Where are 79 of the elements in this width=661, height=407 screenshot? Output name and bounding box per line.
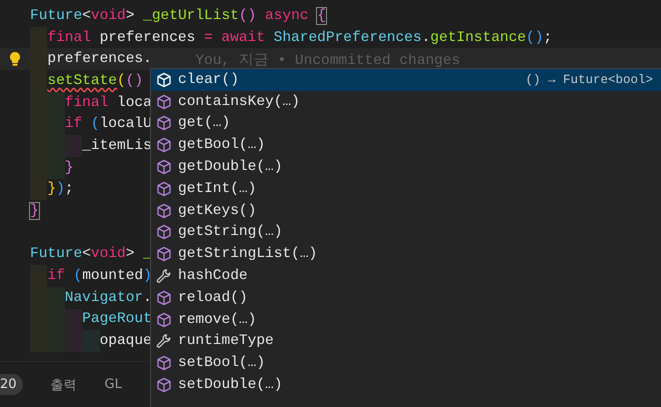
code-token: Future (30, 8, 82, 24)
code-token: } (64, 160, 74, 176)
code-token: { (317, 8, 326, 24)
code-token: SharedPreferences (272, 30, 422, 46)
panel-tab[interactable]: GL (104, 377, 122, 392)
code-token: final (64, 94, 108, 111)
suggestion-item[interactable]: clear() () → Future<bool> (151, 69, 661, 91)
cube-icon (156, 355, 172, 372)
panel-tab[interactable]: 출력 (50, 376, 77, 394)
code-token: . (422, 30, 430, 46)
cube-icon (156, 159, 172, 176)
suggestion-item[interactable]: getDouble(…) (151, 156, 661, 178)
code-token: > (126, 8, 134, 24)
code-token: ; (543, 30, 552, 46)
code-token: loca (116, 94, 152, 111)
code-token: _itemLis (82, 138, 152, 154)
code-token: if (47, 268, 65, 284)
cube-icon (156, 246, 172, 262)
suggestion-item[interactable]: setDouble(…) (151, 374, 661, 396)
suggestion-item[interactable]: getKeys() (151, 200, 661, 222)
cube-icon (156, 290, 172, 306)
code-token: Navigator (64, 290, 144, 306)
code-token: () (238, 8, 256, 24)
suggestion-item[interactable]: setBool(…) (151, 352, 661, 374)
cube-icon (156, 377, 172, 394)
indent-guide (30, 178, 48, 200)
code-token: void (90, 8, 126, 24)
code-token: await (220, 30, 265, 46)
suggestion-item[interactable]: getBool(…) (151, 134, 661, 156)
code-token: > (126, 246, 134, 262)
lightbulb-icon[interactable] (9, 51, 21, 68)
suggestion-item[interactable]: hashCode (151, 265, 661, 287)
suggestion-item[interactable]: getInt(…) (151, 178, 661, 200)
cube-icon (156, 224, 172, 240)
suggestion-item[interactable]: remove(…) (151, 308, 661, 331)
code-token: < (82, 8, 91, 24)
code-token: } (47, 181, 56, 198)
cube-icon (156, 137, 172, 154)
code-token: getInstance (430, 30, 526, 46)
suggestion-item[interactable]: getString(…) (151, 222, 661, 244)
suggestion-item[interactable]: get(…) (151, 112, 661, 134)
code-token: } (30, 203, 39, 220)
code-token: = (203, 30, 213, 46)
code-token: ; (64, 181, 74, 198)
code-token: _getUrlList (142, 8, 239, 24)
code-token: async (264, 8, 310, 24)
code-token: ( (72, 268, 82, 284)
code-token: () (126, 72, 144, 89)
count-badge: 20 (0, 374, 23, 395)
code-token: ) (56, 181, 65, 198)
code-token: Future (30, 246, 82, 262)
code-token: ( (117, 72, 126, 89)
indent-guide (47, 92, 65, 114)
code-token: . (143, 290, 152, 306)
code-token: ( (90, 116, 100, 132)
code-token: preferences (98, 30, 196, 46)
suggestion-item[interactable]: reload() (151, 286, 661, 309)
code-token: < (82, 246, 91, 262)
wrench-icon (156, 268, 172, 284)
cube-icon (156, 72, 172, 88)
suggestion-item[interactable]: runtimeType (151, 330, 661, 352)
cube-icon (156, 180, 172, 197)
cube-icon (156, 202, 172, 219)
code-token: preferences. (47, 51, 152, 68)
code-token: () (526, 30, 544, 46)
code-token: opaque (100, 333, 152, 350)
code-token: ) (143, 268, 152, 284)
suggestion-item[interactable]: containsKey(…) (151, 90, 661, 113)
cube-icon (156, 312, 172, 328)
cube-icon (156, 115, 172, 132)
cube-icon (156, 94, 172, 110)
code-token: mounted (82, 268, 144, 284)
code-token: void (90, 246, 126, 262)
code-token: if (64, 116, 82, 132)
wrench-icon (156, 333, 172, 350)
code-token: final (47, 30, 91, 46)
suggestion-item[interactable]: getStringList(…) (151, 243, 661, 266)
error-token: setState (47, 72, 118, 89)
code-token: PageRout (82, 311, 152, 328)
